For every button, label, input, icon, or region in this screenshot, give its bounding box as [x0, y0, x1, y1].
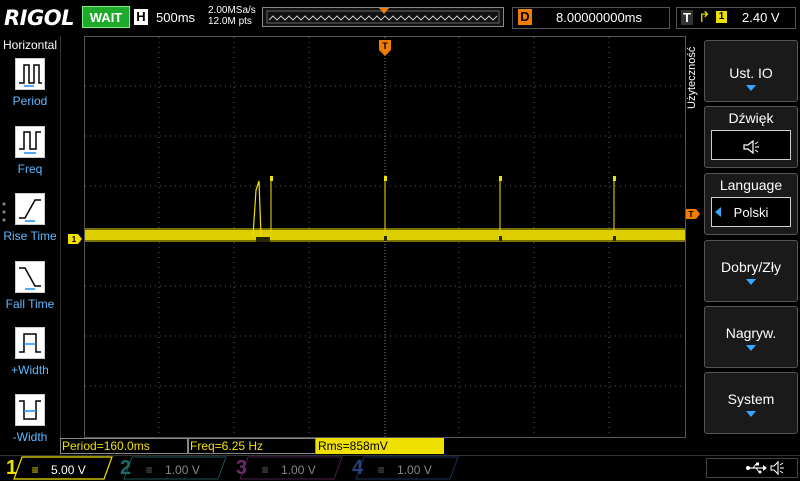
- menu-button-label: Dobry/Zły: [721, 259, 781, 275]
- menu-record-button[interactable]: Nagryw.: [704, 306, 798, 368]
- channel-1-tab[interactable]: 1 ≡ 5.00 V: [6, 457, 114, 479]
- menu-button-label: System: [727, 391, 775, 407]
- menu-language-button[interactable]: Language Polski: [704, 173, 798, 235]
- svg-text:T: T: [382, 41, 388, 51]
- channel-2-tab[interactable]: 2 ≡ 1.00 V: [120, 457, 228, 479]
- menu-system-button[interactable]: System: [704, 372, 798, 434]
- svg-text:T: T: [689, 210, 694, 219]
- menu-sound-button[interactable]: Dźwięk: [704, 106, 798, 168]
- menu-button-label: Ust. IO: [729, 65, 773, 81]
- trigger-position-marker: T: [379, 40, 391, 56]
- ch1-offset-marker: 1: [68, 234, 82, 244]
- measurement-freq[interactable]: Freq=6.25 Hz: [188, 438, 316, 454]
- channel-number: 2: [120, 457, 132, 479]
- chevron-down-icon: [746, 279, 756, 285]
- channel-4-tab[interactable]: 4 ≡ 1.00 V: [352, 457, 460, 479]
- coupling-icon: ≡: [145, 463, 153, 477]
- coupling-icon: ≡: [377, 463, 385, 477]
- channel-scale: 1.00 V: [397, 463, 432, 477]
- svg-text:1: 1: [72, 235, 77, 244]
- channel-scale: 5.00 V: [51, 463, 86, 477]
- menu-pass-fail-button[interactable]: Dobry/Zły: [704, 240, 798, 302]
- channel-scale: 1.00 V: [281, 463, 316, 477]
- coupling-icon: ≡: [261, 463, 269, 477]
- chevron-down-icon: [746, 85, 756, 91]
- menu-io-settings-button[interactable]: Ust. IO: [704, 40, 798, 102]
- chevron-down-icon: [746, 411, 756, 417]
- measurement-period[interactable]: Period=160.0ms: [60, 438, 188, 454]
- channel-number: 3: [236, 457, 248, 479]
- status-icons: [706, 458, 798, 478]
- chevron-left-icon: [715, 207, 721, 217]
- waveform-overlay: T T 1: [2, 37, 797, 437]
- menu-button-label: Dźwięk: [728, 110, 774, 126]
- usb-icon: [746, 462, 767, 474]
- channel-scale: 1.00 V: [165, 463, 200, 477]
- coupling-icon: ≡: [31, 463, 39, 477]
- channel-3-tab[interactable]: 3 ≡ 1.00 V: [236, 457, 344, 479]
- channel-number: 4: [352, 457, 364, 479]
- language-value-field: Polski: [711, 197, 791, 227]
- side-dots: [2, 202, 797, 222]
- language-value: Polski: [733, 205, 769, 220]
- menu-button-label: Nagryw.: [725, 325, 777, 341]
- trigger-level-marker: T: [686, 209, 700, 219]
- measurement-rms[interactable]: Rms=858mV: [316, 438, 444, 454]
- channel-number: 1: [6, 457, 18, 479]
- menu-button-label: Language: [719, 177, 783, 193]
- utility-menu-title: Użyteczność: [686, 46, 698, 110]
- speaker-icon: [711, 130, 791, 160]
- speaker-icon: [770, 460, 784, 476]
- chevron-down-icon: [746, 345, 756, 351]
